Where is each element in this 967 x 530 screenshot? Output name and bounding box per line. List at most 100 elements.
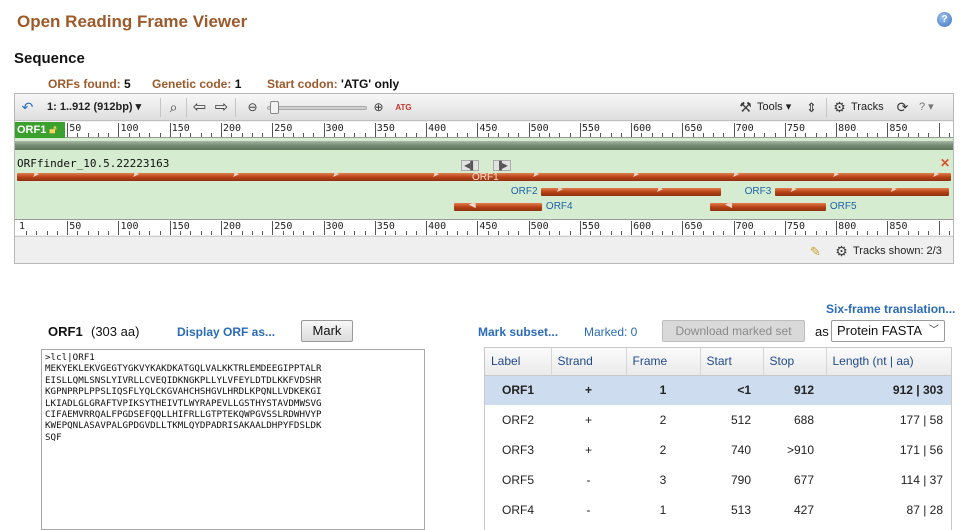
- zoom-slider[interactable]: [267, 106, 367, 110]
- cell-strand: +: [551, 375, 626, 405]
- zoom-to-sequence-icon[interactable]: ATG: [395, 99, 412, 116]
- ruler-top: 50 100 150 200 250 300 350 400 450 500 550 600 650 70…: [15, 122, 953, 138]
- orf-feature-orf5[interactable]: ◀: [710, 199, 826, 211]
- viewer-footer: ✎ ⚙ Tracks shown: 2/3: [15, 236, 953, 263]
- ruler-minor-tick: [877, 231, 879, 235]
- search-icon[interactable]: ⌕: [165, 99, 182, 116]
- column-header-label[interactable]: Label: [485, 348, 552, 376]
- zoom-in-icon[interactable]: ⊕: [370, 99, 387, 116]
- column-header-frame[interactable]: Frame: [626, 348, 701, 376]
- cell-length: 114 | 37: [900, 473, 943, 487]
- edit-icon[interactable]: ✎: [807, 243, 824, 260]
- zoom-out-icon[interactable]: ⊖: [244, 99, 261, 116]
- help-icon[interactable]: ?: [937, 12, 952, 27]
- ruler-minor-tick: [784, 123, 786, 137]
- ruler-minor-tick: [528, 123, 530, 137]
- table-row[interactable]: ORF5 - 3 790 677 114 | 37: [485, 465, 951, 495]
- prev-feature-button[interactable]: ◀▌: [461, 160, 479, 171]
- strand-arrow: ◀: [468, 199, 476, 209]
- column-header-length[interactable]: Length (nt | aa): [826, 348, 951, 376]
- ruler-minor-tick: [477, 221, 479, 235]
- table-row[interactable]: ORF2 + 2 512 688 177 | 58: [485, 405, 951, 435]
- format-select[interactable]: Protein FASTA ﹀: [831, 320, 945, 342]
- tracks-button[interactable]: Tracks: [851, 99, 884, 116]
- ruler-minor-tick: [200, 133, 202, 137]
- mark-subset-link[interactable]: Mark subset...: [478, 325, 558, 339]
- display-orf-as-link[interactable]: Display ORF as...: [177, 325, 275, 339]
- ruler-tick-label: 250: [274, 123, 293, 134]
- ruler-minor-tick: [774, 133, 776, 137]
- ruler-minor-tick: [272, 221, 274, 235]
- pan-right-icon[interactable]: ⇨: [213, 99, 230, 116]
- cell-length: 87 | 28: [906, 503, 943, 517]
- next-feature-button[interactable]: ▐▶: [493, 160, 511, 171]
- cell-frame: 2: [659, 413, 667, 427]
- column-header-strand[interactable]: Strand: [551, 348, 627, 376]
- ruler-tick-label: 200: [223, 123, 242, 134]
- range-select[interactable]: 1: 1..912 (912bp) ▾: [47, 99, 141, 116]
- ruler-minor-tick: [159, 133, 161, 137]
- cell-label: ORF2: [501, 413, 534, 427]
- ruler-minor-tick: [87, 231, 89, 235]
- ruler-minor-tick: [672, 231, 674, 235]
- cell-label: ORF4: [501, 503, 534, 517]
- orf-feature-orf4[interactable]: ◀: [453, 199, 542, 211]
- ruler-minor-tick: [313, 231, 315, 235]
- column-header-start[interactable]: Start: [700, 348, 764, 376]
- sequence-bar: [15, 141, 953, 150]
- ruler-minor-tick: [118, 221, 120, 235]
- zoom-slider-handle[interactable]: [270, 101, 279, 114]
- track-area: 50 100 150 200 250 300 350 400 450 500 550 600 650 70…: [15, 122, 953, 235]
- mark-button[interactable]: Mark: [301, 320, 353, 342]
- cell-frame: 3: [659, 473, 667, 487]
- collapse-icon[interactable]: ⇕: [803, 99, 820, 116]
- ruler-minor-tick: [46, 231, 48, 235]
- ruler-minor-tick: [887, 123, 889, 137]
- cell-length: 177 | 58: [899, 413, 943, 427]
- back-icon[interactable]: ↶: [19, 99, 36, 116]
- strand-arrow: ➤: [932, 169, 940, 179]
- table-row[interactable]: ORF1 + 1 <1 912 912 | 303: [485, 375, 951, 405]
- ruler-minor-tick: [631, 123, 633, 137]
- tools-menu[interactable]: Tools ▾: [757, 99, 791, 116]
- ruler-minor-tick: [569, 133, 571, 137]
- ruler-minor-tick: [559, 231, 561, 235]
- ruler-minor-tick: [405, 133, 407, 137]
- orf-feature-orf3[interactable]: ➤ ➤: [774, 184, 949, 196]
- cell-start: 790: [730, 473, 751, 487]
- tracks-shown[interactable]: Tracks shown: 2/3: [853, 243, 942, 260]
- ruler-tick-label: 50: [69, 123, 82, 134]
- ruler-minor-tick: [36, 231, 38, 235]
- gear-icon[interactable]: ⚙: [831, 99, 848, 116]
- ruler-minor-tick: [702, 133, 704, 137]
- pan-left-icon[interactable]: ⇦: [191, 99, 208, 116]
- ruler-minor-tick: [518, 231, 520, 235]
- strand-arrow: ➤: [232, 169, 240, 179]
- ruler-minor-tick: [262, 231, 264, 235]
- ruler-minor-tick: [723, 133, 725, 137]
- ruler-minor-tick: [446, 133, 448, 137]
- ruler-tick-label: 700: [735, 221, 754, 232]
- strand-arrow: ➤: [889, 184, 898, 194]
- fasta-textarea[interactable]: >lcl|ORF1 MEKYEKLEKVGEGTYGKVYKAKDKATGQLV…: [41, 349, 425, 530]
- ruler-minor-tick: [415, 231, 417, 235]
- ruler-minor-tick: [856, 133, 858, 137]
- close-track-icon[interactable]: ✕: [940, 156, 950, 170]
- table-row[interactable]: ORF3 + 2 740 >910 171 | 56: [485, 435, 951, 465]
- ruler-minor-tick: [292, 231, 294, 235]
- refresh-icon[interactable]: ⟳: [894, 99, 911, 116]
- toolbar-divider: [826, 98, 827, 117]
- tools-icon[interactable]: ⚒: [737, 99, 754, 116]
- ruler-minor-tick: [549, 231, 551, 235]
- gear-icon[interactable]: ⚙: [833, 243, 850, 260]
- six-frame-translation-link[interactable]: Six-frame translation...: [826, 302, 955, 316]
- ruler-tick-label: 550: [581, 123, 600, 134]
- column-header-stop[interactable]: Stop: [763, 348, 827, 376]
- help-menu-icon[interactable]: ? ▾: [919, 99, 934, 116]
- table-row[interactable]: ORF4 - 1 513 427 87 | 28: [485, 495, 951, 525]
- ruler-minor-tick: [26, 231, 28, 235]
- ruler-tick-label: 100: [120, 221, 139, 232]
- cell-start: 513: [730, 503, 751, 517]
- download-marked-set-button[interactable]: Download marked set: [662, 320, 805, 342]
- orf-feature-orf2[interactable]: ➤ ➤: [540, 184, 722, 196]
